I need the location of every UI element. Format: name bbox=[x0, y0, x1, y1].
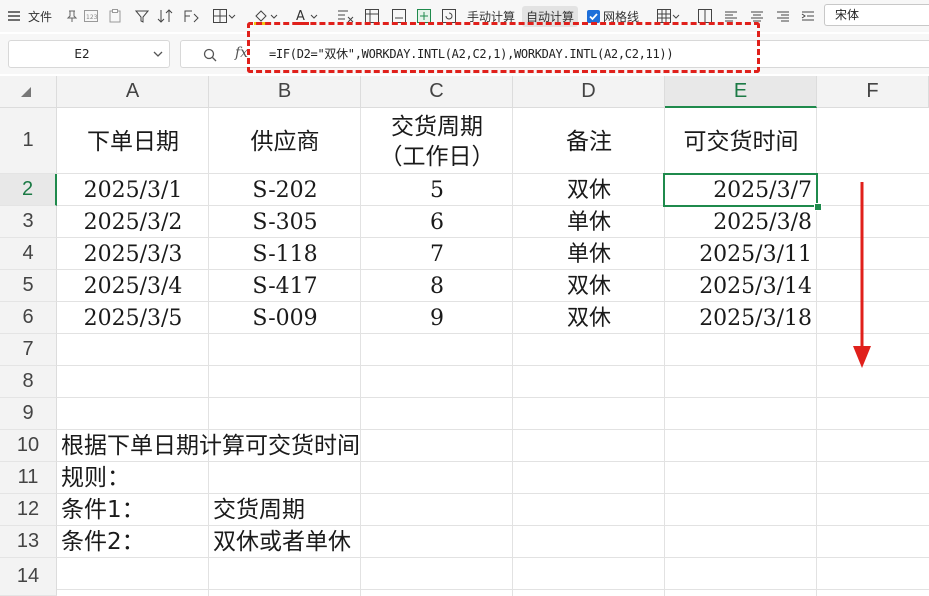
cell-a1[interactable]: 下单日期 bbox=[57, 131, 209, 154]
cell-a6[interactable]: 2025/3/5 bbox=[57, 308, 209, 330]
font-family-select[interactable]: 宋体 bbox=[824, 4, 929, 26]
row-header-5[interactable]: 5 bbox=[0, 270, 57, 302]
gridline bbox=[57, 365, 929, 366]
row-header-9[interactable]: 9 bbox=[0, 398, 57, 430]
chevron-down-icon[interactable] bbox=[153, 49, 163, 59]
active-cell-border bbox=[663, 173, 818, 207]
cell-b12[interactable]: 交货周期 bbox=[213, 499, 305, 522]
cell-b13[interactable]: 双休或者单休 bbox=[213, 531, 351, 554]
row-header-12[interactable]: 12 bbox=[0, 494, 57, 526]
gridline bbox=[57, 429, 929, 430]
align-right-icon[interactable] bbox=[775, 0, 791, 32]
cell-a13[interactable]: 条件2： bbox=[61, 531, 145, 554]
row-header-13[interactable]: 13 bbox=[0, 526, 57, 558]
cell-a2[interactable]: 2025/3/1 bbox=[57, 180, 209, 202]
cell-c6[interactable]: 9 bbox=[361, 308, 513, 330]
cell-c3[interactable]: 6 bbox=[361, 212, 513, 234]
row-header-6[interactable]: 6 bbox=[0, 302, 57, 334]
cell-e4[interactable]: 2025/3/11 bbox=[665, 244, 812, 266]
indent-icon[interactable] bbox=[800, 0, 816, 32]
row-header-11[interactable]: 11 bbox=[0, 462, 57, 494]
gridline bbox=[57, 461, 929, 462]
row-header-10[interactable]: 10 bbox=[0, 430, 57, 462]
zoom-icon[interactable] bbox=[203, 48, 217, 62]
arrow-down-icon bbox=[853, 182, 871, 368]
column-header-b[interactable]: B bbox=[209, 76, 361, 108]
format-icon[interactable] bbox=[182, 0, 200, 32]
name-box[interactable]: E2 bbox=[8, 40, 170, 68]
formula-highlight-box bbox=[247, 22, 760, 73]
cell-c5[interactable]: 8 bbox=[361, 276, 513, 298]
row-header-14[interactable]: 14 bbox=[0, 558, 57, 596]
column-header-a[interactable]: A bbox=[57, 76, 209, 108]
gridline bbox=[57, 237, 929, 238]
cell-b5[interactable]: S-417 bbox=[209, 276, 361, 298]
fill-handle[interactable] bbox=[814, 203, 822, 211]
cell-c1-line2[interactable]: （工作日） bbox=[361, 146, 513, 169]
cell-e1[interactable]: 可交货时间 bbox=[665, 131, 817, 154]
cell-b2[interactable]: S-202 bbox=[209, 180, 361, 202]
file-menu[interactable]: 文件 bbox=[6, 0, 52, 32]
filter-icon[interactable] bbox=[135, 0, 149, 32]
cell-d2[interactable]: 双休 bbox=[513, 180, 665, 202]
select-all-corner[interactable] bbox=[0, 76, 57, 108]
gridline bbox=[57, 589, 929, 590]
number-format-icon[interactable]: 123 bbox=[83, 0, 99, 32]
cell-d6[interactable]: 双休 bbox=[513, 308, 665, 330]
gridline bbox=[57, 397, 929, 398]
menu-icon bbox=[8, 11, 20, 21]
gridline bbox=[57, 333, 929, 334]
cell-a10[interactable]: 根据下单日期计算可交货时间 bbox=[61, 435, 360, 458]
svg-text:123: 123 bbox=[86, 14, 98, 21]
row-header-7[interactable]: 7 bbox=[0, 334, 57, 366]
cell-e5[interactable]: 2025/3/14 bbox=[665, 276, 812, 298]
checkbox-checked-icon bbox=[587, 9, 600, 23]
gridline bbox=[57, 301, 929, 302]
borders-icon[interactable] bbox=[212, 0, 236, 32]
cell-c1-line1[interactable]: 交货周期 bbox=[361, 116, 513, 139]
cell-a5[interactable]: 2025/3/4 bbox=[57, 276, 209, 298]
clipboard-icon[interactable] bbox=[107, 0, 123, 32]
cell-c4[interactable]: 7 bbox=[361, 244, 513, 266]
cell-b3[interactable]: S-305 bbox=[209, 212, 361, 234]
pin-icon[interactable] bbox=[66, 0, 78, 32]
gridline bbox=[57, 493, 929, 494]
row-header-3[interactable]: 3 bbox=[0, 206, 57, 238]
column-header-c[interactable]: C bbox=[361, 76, 513, 108]
name-box-value: E2 bbox=[74, 47, 90, 61]
gridline bbox=[57, 525, 929, 526]
cell-b6[interactable]: S-009 bbox=[209, 308, 361, 330]
cell-c2[interactable]: 5 bbox=[361, 180, 513, 202]
cell-b1[interactable]: 供应商 bbox=[209, 131, 361, 154]
cell-a11[interactable]: 规则： bbox=[61, 467, 130, 490]
cell-d1[interactable]: 备注 bbox=[513, 131, 665, 154]
row-header-4[interactable]: 4 bbox=[0, 238, 57, 270]
cell-a12[interactable]: 条件1： bbox=[61, 499, 145, 522]
column-header-f[interactable]: F bbox=[817, 76, 929, 108]
corner-triangle-icon bbox=[21, 87, 31, 97]
row-header-2[interactable]: 2 bbox=[0, 174, 57, 206]
cell-a4[interactable]: 2025/3/3 bbox=[57, 244, 209, 266]
sort-icon[interactable] bbox=[157, 0, 175, 32]
cell-d3[interactable]: 单休 bbox=[513, 212, 665, 234]
cell-e6[interactable]: 2025/3/18 bbox=[665, 308, 812, 330]
gridline bbox=[57, 269, 929, 270]
row-header-8[interactable]: 8 bbox=[0, 366, 57, 398]
cell-d4[interactable]: 单休 bbox=[513, 244, 665, 266]
cell-a3[interactable]: 2025/3/2 bbox=[57, 212, 209, 234]
gridline bbox=[57, 557, 929, 558]
cell-d5[interactable]: 双休 bbox=[513, 276, 665, 298]
row-header-1[interactable]: 1 bbox=[0, 108, 57, 174]
column-header-d[interactable]: D bbox=[513, 76, 665, 108]
cell-e3[interactable]: 2025/3/8 bbox=[665, 212, 812, 234]
column-header-e[interactable]: E bbox=[665, 76, 817, 108]
cell-b4[interactable]: S-118 bbox=[209, 244, 361, 266]
file-menu-label: 文件 bbox=[28, 9, 53, 24]
